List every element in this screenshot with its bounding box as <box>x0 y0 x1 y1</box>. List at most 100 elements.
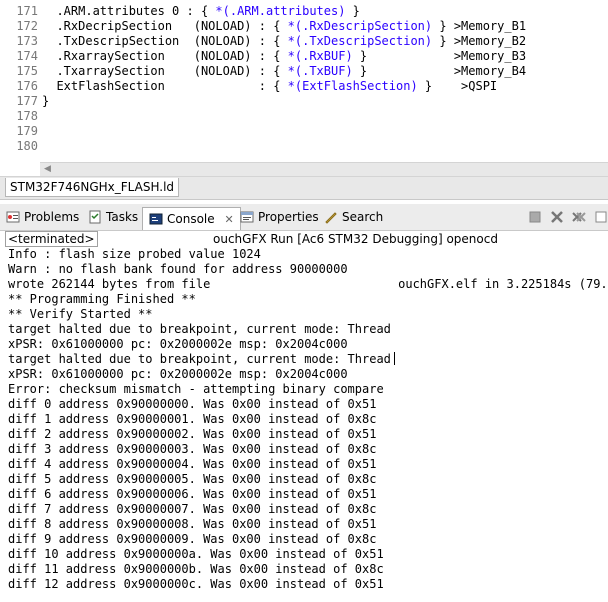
code-text: .TxarraySection (NOLOAD) : { *(.TxBUF) }… <box>42 64 526 79</box>
console-line: diff 1 address 0x90000001. Was 0x00 inst… <box>8 412 376 427</box>
line-number: 177 <box>16 94 38 108</box>
console-line: Error: checksum mismatch - attempting bi… <box>8 382 384 397</box>
line-number: 175 <box>16 64 38 78</box>
console-line-text: target halted due to breakpoint, current… <box>8 352 391 366</box>
code-text: } <box>42 94 49 109</box>
line-number: 172 <box>16 19 38 33</box>
editor-tab-flash-ld[interactable]: STM32F746NGHx_FLASH.ld <box>5 178 180 197</box>
search-icon <box>325 212 337 224</box>
console-line-text: diff 8 address 0x90000008. Was 0x00 inst… <box>8 517 377 531</box>
console-line: diff 9 address 0x90000009. Was 0x00 inst… <box>8 532 376 547</box>
memory-target: } >Memory_B3 <box>352 49 527 63</box>
console-line: diff 11 address 0x9000000b. Was 0x00 ins… <box>8 562 384 577</box>
editor-horizontal-scrollbar[interactable]: ◀ <box>40 162 608 177</box>
console-line-text: diff 2 address 0x90000002. Was 0x00 inst… <box>8 427 377 441</box>
tab-search[interactable]: Search <box>324 208 383 226</box>
console-line-text: Error: checksum mismatch - attempting bi… <box>8 382 384 396</box>
console-line-text: xPSR: 0x61000000 pc: 0x2000002e msp: 0x2… <box>8 337 348 351</box>
tab-tasks-label: Tasks <box>106 210 139 224</box>
properties-icon <box>240 211 254 223</box>
remove-launch-icon[interactable] <box>550 210 564 224</box>
tab-console[interactable]: Console ✕ <box>142 207 241 230</box>
console-line-text: diff 10 address 0x9000000a. Was 0x00 ins… <box>8 547 384 561</box>
section-name: .ARM.attributes 0 : { <box>56 4 216 18</box>
console-line-text: target halted due to breakpoint, current… <box>8 322 391 336</box>
console-line: diff 6 address 0x90000006. Was 0x00 inst… <box>8 487 376 502</box>
console-line: diff 8 address 0x90000008. Was 0x00 inst… <box>8 517 376 532</box>
console-line: xPSR: 0x61000000 pc: 0x2000002e msp: 0x2… <box>8 337 348 352</box>
console-line-text: diff 4 address 0x90000004. Was 0x00 inst… <box>8 457 377 471</box>
input-pattern: *(.RxDescripSection) <box>287 19 433 33</box>
line-number: 173 <box>16 34 38 48</box>
console-line-text: xPSR: 0x61000000 pc: 0x2000002e msp: 0x2… <box>8 367 348 381</box>
console-line-text: diff 6 address 0x90000006. Was 0x00 inst… <box>8 487 377 501</box>
view-menu-icon[interactable] <box>594 210 608 224</box>
console-line-text: ** Programming Finished ** <box>8 292 196 306</box>
console-line-text: Info : flash size probed value 1024 <box>8 247 261 261</box>
console-line-text: diff 1 address 0x90000001. Was 0x00 inst… <box>8 412 377 426</box>
line-number: 176 <box>16 79 38 93</box>
memory-target: } >QSPI <box>417 79 498 93</box>
view-tab-bar: Problems Tasks Console ✕ Properties Sear… <box>0 204 608 231</box>
close-icon[interactable]: ✕ <box>224 213 233 226</box>
tab-properties[interactable]: Properties <box>240 208 319 226</box>
console-line: diff 7 address 0x90000007. Was 0x00 inst… <box>8 502 376 517</box>
console-status-line: <terminated> ouchGFX Run [Ac6 STM32 Debu… <box>0 231 608 247</box>
console-line-text: diff 11 address 0x9000000b. Was 0x00 ins… <box>8 562 384 576</box>
code-line: 174 .RxarraySection (NOLOAD) : { *(.RxBU… <box>0 49 608 64</box>
console-line-text: diff 7 address 0x90000007. Was 0x00 inst… <box>8 502 377 516</box>
console-line: diff 5 address 0x90000005. Was 0x00 inst… <box>8 472 376 487</box>
console-line-text: wrote 262144 bytes from file ouchGFX.elf… <box>8 277 608 291</box>
console-line: target halted due to breakpoint, current… <box>8 352 395 367</box>
code-line: 180 <box>0 139 608 154</box>
console-line: Warn : no flash bank found for address 9… <box>8 262 348 277</box>
tab-problems[interactable]: Problems <box>6 208 79 226</box>
section-name: .RxarraySection (NOLOAD) : { <box>56 49 288 63</box>
console-line: diff 3 address 0x90000003. Was 0x00 inst… <box>8 442 376 457</box>
tab-tasks[interactable]: Tasks <box>88 208 138 226</box>
console-line-text: Warn : no flash bank found for address 9… <box>8 262 348 276</box>
code-line: 177} <box>0 94 608 109</box>
input-pattern: *(.ARM.attributes) <box>215 4 346 18</box>
stop-icon[interactable] <box>528 210 542 224</box>
code-text: .TxDescripSection (NOLOAD) : { *(.TxDesc… <box>42 34 526 49</box>
code-line: 178 <box>0 109 608 124</box>
console-line: diff 2 address 0x90000002. Was 0x00 inst… <box>8 427 376 442</box>
line-number: 171 <box>16 4 38 18</box>
code-editor[interactable]: 170171 .ARM.attributes 0 : { *(.ARM.attr… <box>0 0 608 162</box>
section-name: } <box>42 94 50 108</box>
section-name: ExtFlashSection : { <box>56 79 288 93</box>
memory-target: } >Memory_B2 <box>432 34 527 48</box>
code-line: 176 ExtFlashSection : { *(ExtFlashSectio… <box>0 79 608 94</box>
editor-tab-label: STM32F746NGHx_FLASH.ld <box>10 180 175 194</box>
code-text: .RxDecripSection (NOLOAD) : { *(.RxDescr… <box>42 19 526 34</box>
code-line: 179 <box>0 124 608 139</box>
line-number: 180 <box>16 139 38 153</box>
input-pattern: *(ExtFlashSection) <box>287 79 418 93</box>
console-line: target halted due to breakpoint, current… <box>8 322 391 337</box>
tab-search-label: Search <box>342 210 384 224</box>
console-line-text: diff 3 address 0x90000003. Was 0x00 inst… <box>8 442 377 456</box>
code-line: 171 .ARM.attributes 0 : { *(.ARM.attribu… <box>0 4 608 19</box>
scroll-left-arrow-icon[interactable]: ◀ <box>44 164 51 174</box>
memory-target: } <box>345 4 360 18</box>
section-name: .TxarraySection (NOLOAD) : { <box>56 64 288 78</box>
console-line-text: diff 9 address 0x90000009. Was 0x00 inst… <box>8 532 377 546</box>
console-line: wrote 262144 bytes from file ouchGFX.elf… <box>8 277 608 292</box>
text-cursor <box>393 352 395 365</box>
remove-all-terminated-icon[interactable] <box>572 210 586 224</box>
code-text: ExtFlashSection : { *(ExtFlashSection) }… <box>42 79 497 94</box>
section-name: .TxDescripSection (NOLOAD) : { <box>56 34 288 48</box>
tasks-icon <box>89 210 101 224</box>
console-line-text: diff 12 address 0x9000000c. Was 0x00 ins… <box>8 577 384 591</box>
input-pattern: *(.TxDescripSection) <box>287 34 433 48</box>
line-number: 178 <box>16 109 38 123</box>
console-line: ** Verify Started ** <box>8 307 153 322</box>
console-line: Info : flash size probed value 1024 <box>8 247 261 262</box>
console-output[interactable]: Info : flash size probed value 1024 Warn … <box>0 246 608 602</box>
line-number: 174 <box>16 49 38 63</box>
